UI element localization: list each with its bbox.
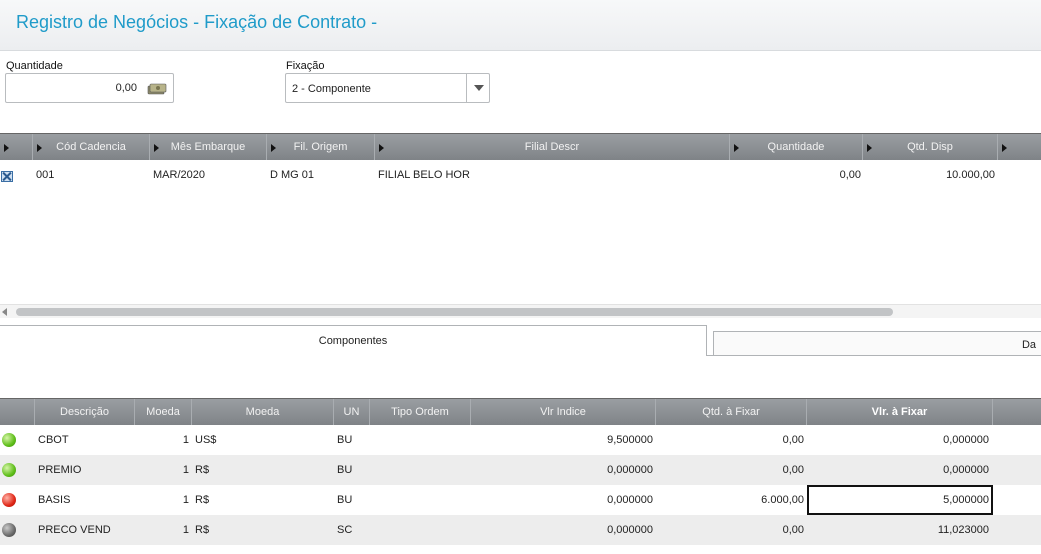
cell-descricao: CBOT (38, 434, 69, 446)
table-row[interactable]: PRECO VEND 1 R$ SC 0,000000 0,00 11,0230… (0, 515, 1041, 545)
cell-cod: 001 (36, 169, 55, 181)
scroll-thumb[interactable] (16, 308, 893, 316)
cell-fil-origem: D MG 01 (270, 169, 315, 181)
header-quantidade[interactable]: Quantidade (730, 134, 863, 160)
header-select-col[interactable] (0, 134, 33, 160)
cell-vlr-fixar[interactable]: 0,000000 (807, 434, 989, 446)
quantidade-value: 0,00 (115, 82, 137, 94)
cell-moeda-num: 1 (182, 464, 189, 476)
cell-qtd-fixar: 0,00 (782, 524, 804, 536)
cell-quantidade: 0,00 (839, 169, 861, 181)
title-bar: Registro de Negócios - Fixação de Contra… (0, 0, 1041, 51)
cell-un: BU (337, 464, 353, 476)
status-red-icon (2, 493, 16, 507)
cell-moeda-num: 1 (182, 524, 189, 536)
cell-descricao: PRECO VEND (38, 524, 111, 536)
header-vlr-fixar[interactable]: Vlr. à Fixar (807, 399, 993, 425)
cell-qtd-fixar: 6.000,00 (761, 494, 804, 506)
fixacao-select[interactable]: 2 - Componente (285, 73, 490, 103)
cell-moeda: US$ (195, 434, 217, 446)
cell-un: BU (337, 434, 353, 446)
table-row[interactable]: 001 MAR/2020 D MG 01 FILIAL BELO HOR 0,0… (0, 161, 1041, 190)
checkbox-checked-icon[interactable] (1, 171, 13, 182)
cell-qtd-fixar: 0,00 (782, 464, 804, 476)
cell-vlr-indice: 0,000000 (607, 464, 653, 476)
cell-qtd-fixar: 0,00 (782, 434, 804, 446)
header-moeda-num[interactable]: Moeda (135, 399, 192, 425)
header-tipo-ordem[interactable]: Tipo Ordem (370, 399, 471, 425)
componentes-grid-header: Descrição Moeda Moeda UN Tipo Ordem Vlr … (0, 398, 1041, 425)
scroll-left-icon[interactable] (2, 308, 7, 316)
cell-moeda: R$ (195, 494, 210, 506)
cell-vlr-indice: 0,000000 (607, 524, 653, 536)
horizontal-scrollbar[interactable] (0, 304, 1041, 318)
cell-moeda: R$ (195, 524, 210, 536)
cell-moeda: R$ (195, 464, 210, 476)
fixacao-label: Fixação (286, 60, 325, 72)
quantidade-input[interactable]: 0,00 (5, 73, 174, 103)
header-descricao[interactable]: Descrição (35, 399, 135, 425)
tab-second[interactable]: Da (713, 331, 1041, 355)
cell-vlr-fixar[interactable]: 0,000000 (807, 464, 989, 476)
cell-vlr-indice: 9,500000 (607, 434, 653, 446)
status-green-icon (2, 463, 16, 477)
quantidade-label: Quantidade (6, 60, 63, 72)
cell-vlr-fixar[interactable]: 5,000000 (807, 494, 989, 506)
cell-mes: MAR/2020 (153, 169, 205, 181)
fixacao-value: 2 - Componente (292, 83, 371, 95)
status-green-icon (2, 433, 16, 447)
cell-moeda-num: 1 (182, 494, 189, 506)
header-un[interactable]: UN (334, 399, 370, 425)
componentes-grid: Descrição Moeda Moeda UN Tipo Ordem Vlr … (0, 398, 1041, 554)
header-fil-origem[interactable]: Fil. Origem (267, 134, 375, 160)
cell-vlr-indice: 0,000000 (607, 494, 653, 506)
header-qtd-fixar[interactable]: Qtd. à Fixar (656, 399, 807, 425)
cell-descricao: BASIS (38, 494, 71, 506)
cadencia-grid-header: Cód Cadencia Mês Embarque Fil. Origem Fi… (0, 133, 1041, 160)
table-row[interactable]: PREMIO 1 R$ BU 0,000000 0,00 0,000000 (0, 455, 1041, 485)
header-filial-descr[interactable]: Filial Descr (375, 134, 730, 160)
table-row[interactable]: BASIS 1 R$ BU 0,000000 6.000,00 5,000000 (0, 485, 1041, 515)
header-extra[interactable] (998, 134, 1041, 160)
cell-un: SC (337, 524, 353, 536)
cadencia-grid: Cód Cadencia Mês Embarque Fil. Origem Fi… (0, 133, 1041, 323)
cell-qtd-disp: 10.000,00 (946, 169, 995, 181)
window-title: Registro de Negócios - Fixação de Contra… (16, 12, 378, 32)
cell-un: BU (337, 494, 353, 506)
header-status[interactable] (0, 399, 35, 425)
cell-descricao: PREMIO (38, 464, 82, 476)
tab-componentes[interactable]: Componentes (0, 325, 707, 356)
header-mes-embarque[interactable]: Mês Embarque (150, 134, 267, 160)
header-cod-cadencia[interactable]: Cód Cadencia (33, 134, 150, 160)
money-icon[interactable] (147, 81, 167, 95)
status-gray-icon (2, 523, 16, 537)
cell-vlr-fixar[interactable]: 11,023000 (807, 524, 989, 536)
chevron-down-icon[interactable] (466, 74, 489, 102)
cell-filial-descr: FILIAL BELO HOR (378, 169, 470, 181)
header-qtd-disp[interactable]: Qtd. Disp (863, 134, 998, 160)
header-moeda[interactable]: Moeda (192, 399, 334, 425)
header-vlr-indice[interactable]: Vlr Indice (471, 399, 656, 425)
header-extra-2[interactable] (993, 399, 1041, 425)
cell-moeda-num: 1 (182, 434, 189, 446)
table-row[interactable]: CBOT 1 US$ BU 9,500000 0,00 0,000000 (0, 425, 1041, 455)
